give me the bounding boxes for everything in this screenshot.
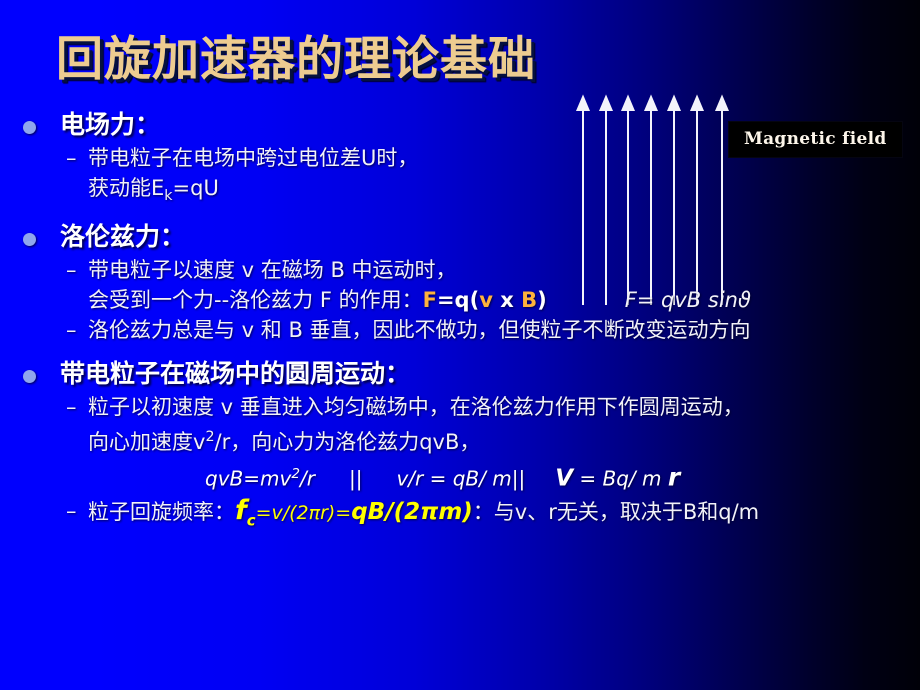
section-heading-label: 带电粒子在磁场中的圆周运动： — [60, 359, 411, 389]
dash-bullet-icon: – — [66, 146, 77, 170]
dash-bullet-icon: – — [66, 498, 77, 523]
lorentz-scalar-formula: F= qvB sinϑ — [624, 288, 751, 313]
kinetic-energy-subscript: k — [164, 188, 173, 205]
circular-motion-formula-row: qvB=mv2/r || v/r = qB/ m|| V = Bq/ m r — [0, 457, 920, 496]
bullet-dot-icon — [23, 121, 36, 134]
formula-qvb-tail: /r — [299, 466, 315, 491]
centripetal-tail: /r，向心力为洛伦兹力qvB， — [214, 430, 481, 455]
cyclotron-frequency-line: – 粒子回旋频率：fc=v/(2πr)=qB/(2πm)：与v、r无关，取决于B… — [0, 494, 920, 535]
lorentz-B-symbol: B — [521, 288, 538, 313]
page-title: 回旋加速器的理论基础 — [56, 32, 536, 87]
sub-bullet-continuation: – 向心加速度v2/r，向心力为洛伦兹力qvB， — [0, 422, 920, 457]
slide-canvas: 回旋加速器的理论基础 Magnetic field 电场力： – 带电粒子在电场… — [0, 0, 920, 690]
lorentz-cross-symbol: x — [500, 288, 514, 313]
lorentz-F-symbol: F — [422, 288, 437, 313]
sub-bullet-text: 会受到一个力--洛伦兹力 F 的作用： — [88, 288, 423, 313]
formula-qvb-exponent: 2 — [291, 466, 300, 483]
lorentz-formula-line: – 会受到一个力--洛伦兹力 F 的作用：F=q(v x B)F= qvB si… — [0, 285, 920, 315]
frequency-mid-expression: =v/(2πr)= — [255, 501, 352, 524]
kinetic-energy-tail: =qU — [172, 176, 219, 200]
section-heading-circular-motion: 带电粒子在磁场中的圆周运动： — [0, 357, 920, 391]
sub-bullet-text: 带电粒子在电场中跨过电位差U时， — [88, 146, 419, 170]
formula-radius-symbol: r — [667, 462, 681, 492]
dash-bullet-icon: – — [66, 395, 77, 420]
sub-bullet-line: – 带电粒子以速度 v 在磁场 B 中运动时， — [0, 255, 920, 285]
dash-bullet-icon: – — [66, 318, 77, 343]
sub-bullet-text: 粒子以初速度 v 垂直进入均匀磁场中，在洛伦兹力作用下作圆周运动， — [88, 395, 744, 420]
sub-bullet-text: 带电粒子以速度 v 在磁场 B 中运动时， — [88, 258, 457, 283]
formula-velocity-mid: = Bq/ m — [573, 466, 668, 491]
frequency-symbol: fc — [235, 494, 256, 530]
sub-bullet-line: – 洛伦兹力总是与 v 和 B 垂直，因此不做功，但使粒子不断改变运动方向 — [0, 315, 920, 345]
sub-bullet-continuation: – 获动能Ek=qU — [0, 173, 920, 211]
cyclotron-frequency-note: ：与v、r无关，取决于B和q/m — [472, 499, 760, 524]
section-heading-electric-force: 电场力： — [0, 108, 920, 142]
formula-bars-2: || — [511, 466, 526, 491]
sub-bullet-text: 洛伦兹力总是与 v 和 B 垂直，因此不做功，但使粒子不断改变运动方向 — [88, 318, 751, 343]
section-heading-label: 洛伦兹力： — [60, 222, 186, 252]
dash-bullet-icon: – — [66, 258, 77, 283]
kinetic-energy-text: 获动能E — [88, 176, 165, 200]
slide-content: 电场力： – 带电粒子在电场中跨过电位差U时， – 获动能Ek=qU 洛伦兹力：… — [0, 108, 920, 535]
centripetal-superscript: 2 — [205, 429, 215, 446]
bullet-dot-icon — [23, 370, 36, 384]
formula-qvb: qvB=mv — [205, 466, 292, 491]
section-heading-lorentz-force: 洛伦兹力： — [0, 220, 920, 254]
formula-velocity-symbol: V — [555, 465, 573, 492]
sub-bullet-line: – 带电粒子在电场中跨过电位差U时， — [0, 143, 920, 173]
centripetal-text: 向心加速度v — [88, 430, 206, 455]
lorentz-v-symbol: v — [479, 288, 493, 313]
cyclotron-frequency-label: 粒子回旋频率： — [88, 499, 235, 524]
section-heading-label: 电场力： — [60, 110, 161, 139]
lorentz-eq-open: =q( — [436, 288, 480, 313]
bullet-dot-icon — [23, 233, 36, 247]
sub-bullet-line: – 粒子以初速度 v 垂直进入均匀磁场中，在洛伦兹力作用下作圆周运动， — [0, 392, 920, 422]
frequency-result-expression: qB/(2πm) — [351, 498, 473, 525]
formula-vr: v/r = qB/ m — [396, 466, 512, 491]
formula-bars-1: || — [348, 466, 363, 491]
lorentz-eq-close: ) — [537, 288, 547, 313]
